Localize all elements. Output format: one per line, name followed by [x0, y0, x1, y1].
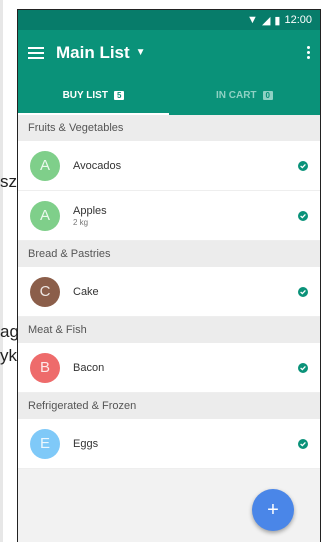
- check-icon[interactable]: [298, 362, 308, 373]
- section-header: Refrigerated & Frozen: [18, 393, 320, 419]
- item-name: Apples: [73, 204, 107, 217]
- item-name: Avocados: [73, 159, 122, 172]
- tab-buy-list-count: 5: [113, 90, 125, 100]
- tab-bar: BUY LIST 5 IN CART 0: [18, 75, 320, 115]
- check-icon[interactable]: [298, 286, 308, 297]
- avatar: C: [30, 276, 60, 307]
- list-item[interactable]: A Avocados: [18, 141, 320, 191]
- section-header: Fruits & Vegetables: [18, 115, 320, 141]
- tab-indicator: [18, 113, 169, 115]
- list-title[interactable]: Main List: [56, 43, 130, 63]
- dropdown-caret-icon[interactable]: ▼: [136, 47, 146, 58]
- item-name: Bacon: [73, 361, 105, 374]
- background-text-2: ag: [0, 322, 19, 341]
- list-item[interactable]: A Apples 2 kg: [18, 191, 320, 241]
- status-bar: ▼ ◢ ▮ 12:00: [18, 10, 320, 30]
- avatar: B: [30, 352, 60, 383]
- avatar: A: [30, 150, 60, 181]
- background-text-3: yk: [0, 346, 17, 365]
- avatar: A: [30, 200, 60, 231]
- check-icon[interactable]: [298, 210, 308, 221]
- document-edge: [0, 0, 3, 542]
- battery-icon: ▮: [274, 14, 281, 27]
- overflow-menu-icon[interactable]: [307, 46, 310, 59]
- app-bar: Main List ▼: [18, 30, 320, 75]
- phone-screen: ▼ ◢ ▮ 12:00 Main List ▼ BUY LIST 5 IN CA…: [18, 10, 320, 542]
- check-icon[interactable]: [298, 160, 308, 171]
- item-name: Cake: [73, 285, 99, 298]
- item-name: Eggs: [73, 437, 99, 450]
- avatar: E: [30, 428, 60, 459]
- background-text-1: sz: [0, 172, 17, 191]
- tab-in-cart-count: 0: [262, 90, 273, 100]
- tab-buy-list[interactable]: BUY LIST 5: [18, 75, 169, 115]
- tab-in-cart-label: IN CART: [215, 89, 257, 101]
- add-item-button[interactable]: +: [252, 489, 294, 531]
- tab-in-cart[interactable]: IN CART 0: [169, 75, 320, 115]
- wifi-icon: ▼: [247, 14, 258, 26]
- list-item[interactable]: C Cake: [18, 267, 320, 317]
- check-icon[interactable]: [298, 438, 308, 449]
- status-time: 12:00: [284, 14, 312, 26]
- list-item[interactable]: B Bacon: [18, 343, 320, 393]
- hamburger-menu-icon[interactable]: [28, 46, 44, 59]
- tab-buy-list-label: BUY LIST: [62, 89, 108, 101]
- section-header: Bread & Pastries: [18, 241, 320, 267]
- section-header: Meat & Fish: [18, 317, 320, 343]
- list-item[interactable]: E Eggs: [18, 419, 320, 469]
- signal-icon: ◢: [261, 14, 271, 27]
- item-quantity: 2 kg: [73, 217, 89, 227]
